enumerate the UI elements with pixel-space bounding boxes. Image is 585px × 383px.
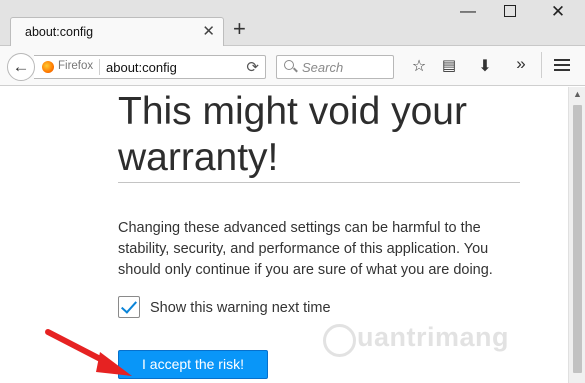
navigation-toolbar: Firefox about:config ⟳ ← Search ☆ ▤ ⬇ » — [0, 46, 585, 86]
show-warning-label[interactable]: Show this warning next time — [150, 300, 331, 316]
minimize-button[interactable]: — — [458, 3, 478, 21]
divider — [118, 182, 520, 183]
chevron-double-right-icon[interactable]: » — [510, 54, 532, 74]
scroll-thumb[interactable] — [573, 105, 582, 373]
reload-icon[interactable]: ⟳ — [246, 58, 259, 76]
tab-title: about:config — [25, 25, 94, 39]
url-text[interactable]: about:config — [106, 60, 177, 75]
tab-about-config[interactable]: about:config ✕ — [10, 17, 224, 47]
vertical-scrollbar[interactable]: ▲ — [568, 87, 585, 383]
maximize-button[interactable] — [504, 5, 516, 17]
red-arrow-annotation — [45, 329, 132, 376]
show-warning-checkbox[interactable] — [118, 296, 140, 318]
page-content: This might void your warranty! Changing … — [0, 87, 568, 383]
toolbar-separator — [541, 52, 542, 78]
identity-label: Firefox — [58, 60, 94, 72]
warning-title: This might void your warranty! — [118, 90, 467, 179]
search-icon — [284, 60, 294, 70]
accept-risk-button[interactable]: I accept the risk! — [118, 350, 268, 379]
download-icon[interactable]: ⬇ — [474, 56, 496, 76]
search-input[interactable]: Search — [276, 55, 394, 79]
firefox-logo-icon — [42, 61, 54, 73]
close-window-button[interactable]: ✕ — [548, 2, 568, 22]
watermark-text: uantrimang — [325, 322, 510, 352]
tab-close-icon[interactable]: ✕ — [202, 22, 215, 40]
url-bar[interactable]: Firefox about:config ⟳ — [34, 55, 266, 79]
scroll-up-icon[interactable]: ▲ — [573, 89, 582, 99]
back-button[interactable]: ← — [7, 53, 35, 81]
title-bar: about:config ✕ + — ✕ — [0, 0, 585, 47]
star-icon[interactable]: ☆ — [408, 56, 430, 76]
back-arrow-icon: ← — [12, 57, 30, 76]
search-placeholder: Search — [302, 60, 344, 75]
warning-text: Changing these advanced settings can be … — [118, 220, 493, 278]
reading-list-icon[interactable]: ▤ — [438, 56, 460, 74]
url-separator — [99, 59, 100, 75]
hamburger-menu-icon[interactable] — [554, 59, 570, 71]
new-tab-icon[interactable]: + — [233, 18, 246, 40]
